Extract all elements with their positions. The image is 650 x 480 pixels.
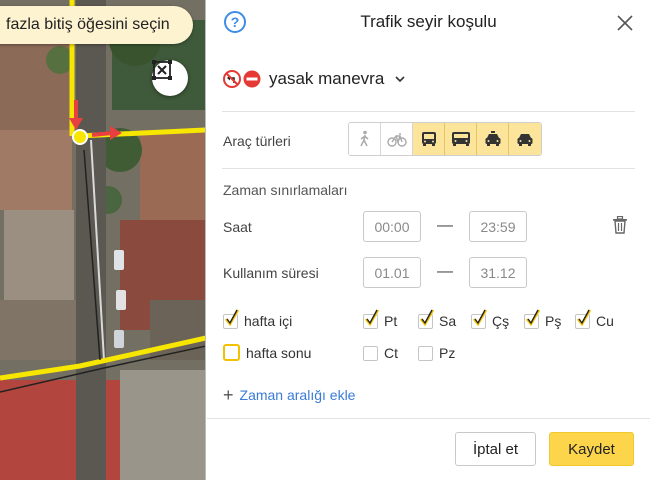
no-entry-icon <box>243 70 261 88</box>
map-hint-text: fazla bitiş öğesini seçin <box>6 16 170 33</box>
vehicle-toggle-pedestrian[interactable] <box>349 123 381 155</box>
cancel-selection-icon <box>152 60 172 80</box>
period-label: Kullanım süresi <box>223 265 319 281</box>
no-left-turn-icon <box>223 70 241 88</box>
checkbox-box <box>418 345 433 361</box>
condition-type-dropdown[interactable]: yasak manevra <box>223 62 406 96</box>
traffic-condition-panel: ? Trafik seyir koşulu yasak manevra Araç… <box>207 0 650 480</box>
day-checkbox-pz[interactable]: Pz <box>418 345 455 361</box>
day-checkbox-ct[interactable]: Ct <box>363 345 398 361</box>
checkbox-box <box>418 308 434 329</box>
day-checkbox-cs[interactable]: Çş <box>471 308 510 329</box>
checkbox-box <box>363 345 378 361</box>
checkbox-box <box>223 344 240 361</box>
bus-icon <box>421 132 436 146</box>
vehicle-toggle-truck[interactable] <box>445 123 477 155</box>
divider <box>222 111 635 112</box>
day-checkbox-cu[interactable]: Cu <box>575 308 614 329</box>
trash-icon[interactable] <box>612 216 628 234</box>
condition-type-label: yasak manevra <box>269 69 385 88</box>
divider <box>222 168 635 169</box>
day-label: Cu <box>596 313 614 329</box>
plus-icon: + <box>223 385 234 405</box>
checkmark-icon <box>526 308 540 326</box>
checkmark-icon <box>420 308 434 326</box>
vehicle-toggle-car[interactable] <box>509 123 541 155</box>
footer-divider <box>207 418 650 419</box>
cancel-button[interactable]: İptal et <box>455 432 536 466</box>
time-from-input[interactable]: 00:00 <box>363 211 421 242</box>
vehicle-toggle-bus[interactable] <box>413 123 445 155</box>
period-from-input[interactable]: 01.01 <box>363 257 421 288</box>
chevron-down-icon <box>395 76 405 83</box>
period-to-input[interactable]: 31.12 <box>469 257 527 288</box>
time-limits-title: Zaman sınırlamaları <box>223 182 348 198</box>
vehicle-types-label: Araç türleri <box>223 133 291 149</box>
day-label: Pz <box>439 345 456 361</box>
bicycle-icon <box>386 133 407 147</box>
day-checkbox-pt[interactable]: Pt <box>363 308 398 329</box>
checkmark-icon <box>225 308 239 326</box>
truck-icon <box>451 132 470 146</box>
day-label: Sa <box>439 313 457 329</box>
panel-header: ? Trafik seyir koşulu <box>207 0 650 48</box>
add-time-range-link[interactable]: + Zaman aralığı ekle <box>223 386 355 404</box>
day-label: Pt <box>384 313 398 329</box>
day-checkbox-sa[interactable]: Sa <box>418 308 457 329</box>
day-checkbox-ps[interactable]: Pş <box>524 308 562 329</box>
checkbox-box <box>223 308 239 329</box>
time-range-dash: — <box>437 217 453 234</box>
checkmark-icon <box>365 308 379 326</box>
checkbox-box <box>471 308 487 329</box>
map-hint-banner: fazla bitiş öğesini seçin <box>0 6 193 44</box>
panel-title: Trafik seyir koşulu <box>360 12 497 31</box>
checkbox-box <box>363 308 379 329</box>
vehicle-toggle-taxi[interactable] <box>477 123 509 155</box>
car-icon <box>517 134 533 146</box>
day-label: Pş <box>545 313 562 329</box>
day-label: Ct <box>384 345 398 361</box>
close-icon[interactable] <box>617 15 633 31</box>
time-to-input[interactable]: 23:59 <box>469 211 527 242</box>
save-button[interactable]: Kaydet <box>549 432 634 466</box>
pedestrian-icon <box>359 130 368 147</box>
weekdays-label: hafta içi <box>244 313 293 329</box>
weekend-checkbox[interactable]: hafta sonu <box>223 344 311 361</box>
cancel-selection-button[interactable] <box>152 60 188 96</box>
checkmark-icon <box>473 308 487 326</box>
vehicle-toggle-bicycle[interactable] <box>381 123 413 155</box>
taxi-icon <box>485 131 500 146</box>
vehicle-type-toggle-group <box>348 122 542 156</box>
time-label: Saat <box>223 219 252 235</box>
checkmark-icon <box>577 308 591 326</box>
map-view[interactable]: fazla bitiş öğesini seçin <box>0 0 206 480</box>
weekend-label: hafta sonu <box>246 344 312 361</box>
checkbox-box <box>524 308 540 329</box>
checkbox-box <box>575 308 591 329</box>
condition-icons <box>223 70 261 88</box>
day-label: Çş <box>492 313 510 329</box>
add-time-range-label: Zaman aralığı ekle <box>239 387 356 403</box>
period-range-dash: — <box>437 263 453 280</box>
weekdays-checkbox[interactable]: hafta içi <box>223 308 293 329</box>
